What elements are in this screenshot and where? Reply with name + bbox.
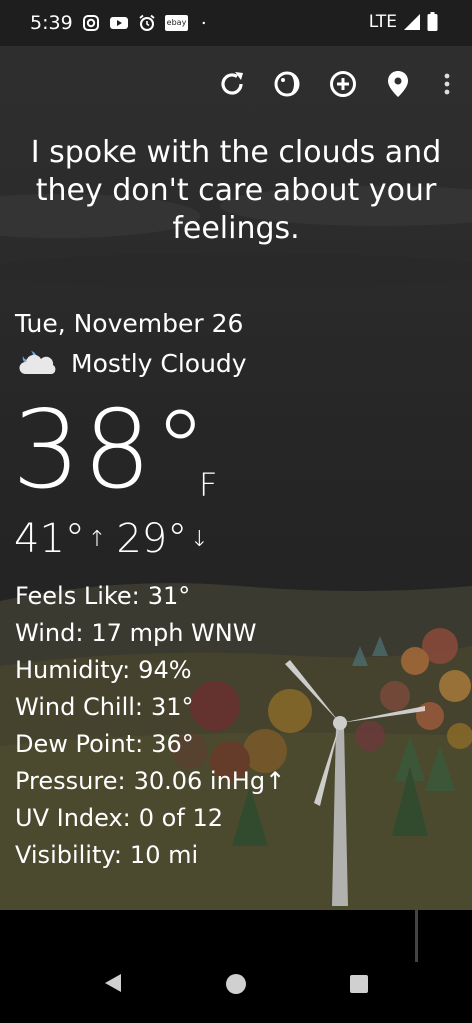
signal-icon (404, 14, 420, 30)
weather-background-scene: I spoke with the clouds and they don't c… (0, 46, 472, 910)
current-temperature: 38° (12, 388, 210, 513)
high-temp: 41° (14, 516, 85, 562)
high-low-row: 41° ↑ 29° ↓ (14, 516, 219, 562)
mostly-cloudy-icon (19, 351, 56, 374)
detail-row: Wind: 17 mph WNW (15, 615, 285, 652)
detail-value: 31° (147, 582, 191, 610)
detail-label: Visibility: (15, 841, 122, 869)
instagram-icon (82, 15, 99, 31)
more-vert-icon (444, 73, 450, 95)
detail-row: Feels Like: 31° (15, 578, 285, 615)
system-nav-bar (0, 910, 472, 1023)
status-right: LTE (369, 12, 438, 32)
detail-value: 0 of 12 (138, 804, 223, 832)
weather-details: Feels Like: 31° Wind: 17 mph WNW Humidity:… (15, 578, 285, 874)
theme-button[interactable] (265, 62, 309, 106)
toolbar (0, 62, 472, 106)
status-bar: 5:39 ebay LTE (0, 0, 472, 46)
ebay-text: ebay (166, 18, 187, 27)
detail-value: 17 mph WNW (91, 619, 257, 647)
dot-icon (202, 21, 206, 25)
refresh-button[interactable] (210, 62, 254, 106)
detail-label: Wind: (15, 619, 84, 647)
battery-icon (427, 12, 438, 31)
detail-row: Dew Point: 36° (15, 726, 285, 763)
date-label: Tue, November 26 (15, 309, 244, 338)
status-time: 5:39 (30, 12, 73, 34)
home-icon[interactable] (225, 973, 247, 995)
more-options-button[interactable] (425, 62, 469, 106)
detail-row: UV Index: 0 of 12 (15, 800, 285, 837)
detail-label: Feels Like: (15, 582, 140, 610)
high-arrow-icon: ↑ (87, 526, 107, 552)
low-temp: 29° (116, 516, 188, 562)
detail-label: Wind Chill: (15, 693, 144, 721)
theme-icon (274, 71, 300, 97)
scroll-indicator (415, 910, 418, 962)
recents-icon[interactable] (350, 975, 368, 993)
condition-label: Mostly Cloudy (71, 348, 247, 378)
detail-label: Humidity: (15, 656, 131, 684)
weather-quote: I spoke with the clouds and they don't c… (30, 135, 442, 246)
add-location-button[interactable] (321, 62, 365, 106)
add-location-icon (330, 71, 356, 97)
detail-row: Humidity: 94% (15, 652, 285, 689)
detail-value: 31° (151, 693, 194, 721)
detail-value: 10 mi (129, 841, 199, 869)
detail-value: 36° (151, 730, 194, 758)
location-button[interactable] (376, 62, 420, 106)
detail-label: Pressure: (15, 767, 126, 795)
refresh-icon (221, 72, 243, 95)
detail-row: Wind Chill: 31° (15, 689, 285, 726)
condition-row: Mostly Cloudy (15, 348, 247, 378)
detail-row: Visibility: 10 mi (15, 837, 285, 874)
alarm-icon (139, 14, 155, 31)
detail-value: 30.06 inHg↑ (133, 767, 286, 795)
network-label: LTE (368, 12, 397, 32)
detail-label: UV Index: (15, 804, 131, 832)
low-arrow-icon: ↓ (190, 526, 209, 552)
ebay-icon: ebay (164, 15, 189, 31)
status-left: 5:39 ebay (30, 12, 211, 34)
temperature-unit: F (199, 466, 218, 504)
detail-value: 94% (138, 656, 192, 684)
back-icon[interactable] (103, 972, 123, 994)
detail-label: Dew Point: (15, 730, 144, 758)
detail-row: Pressure: 30.06 inHg↑ (15, 763, 285, 800)
location-pin-icon (388, 71, 408, 97)
youtube-icon (109, 17, 128, 29)
